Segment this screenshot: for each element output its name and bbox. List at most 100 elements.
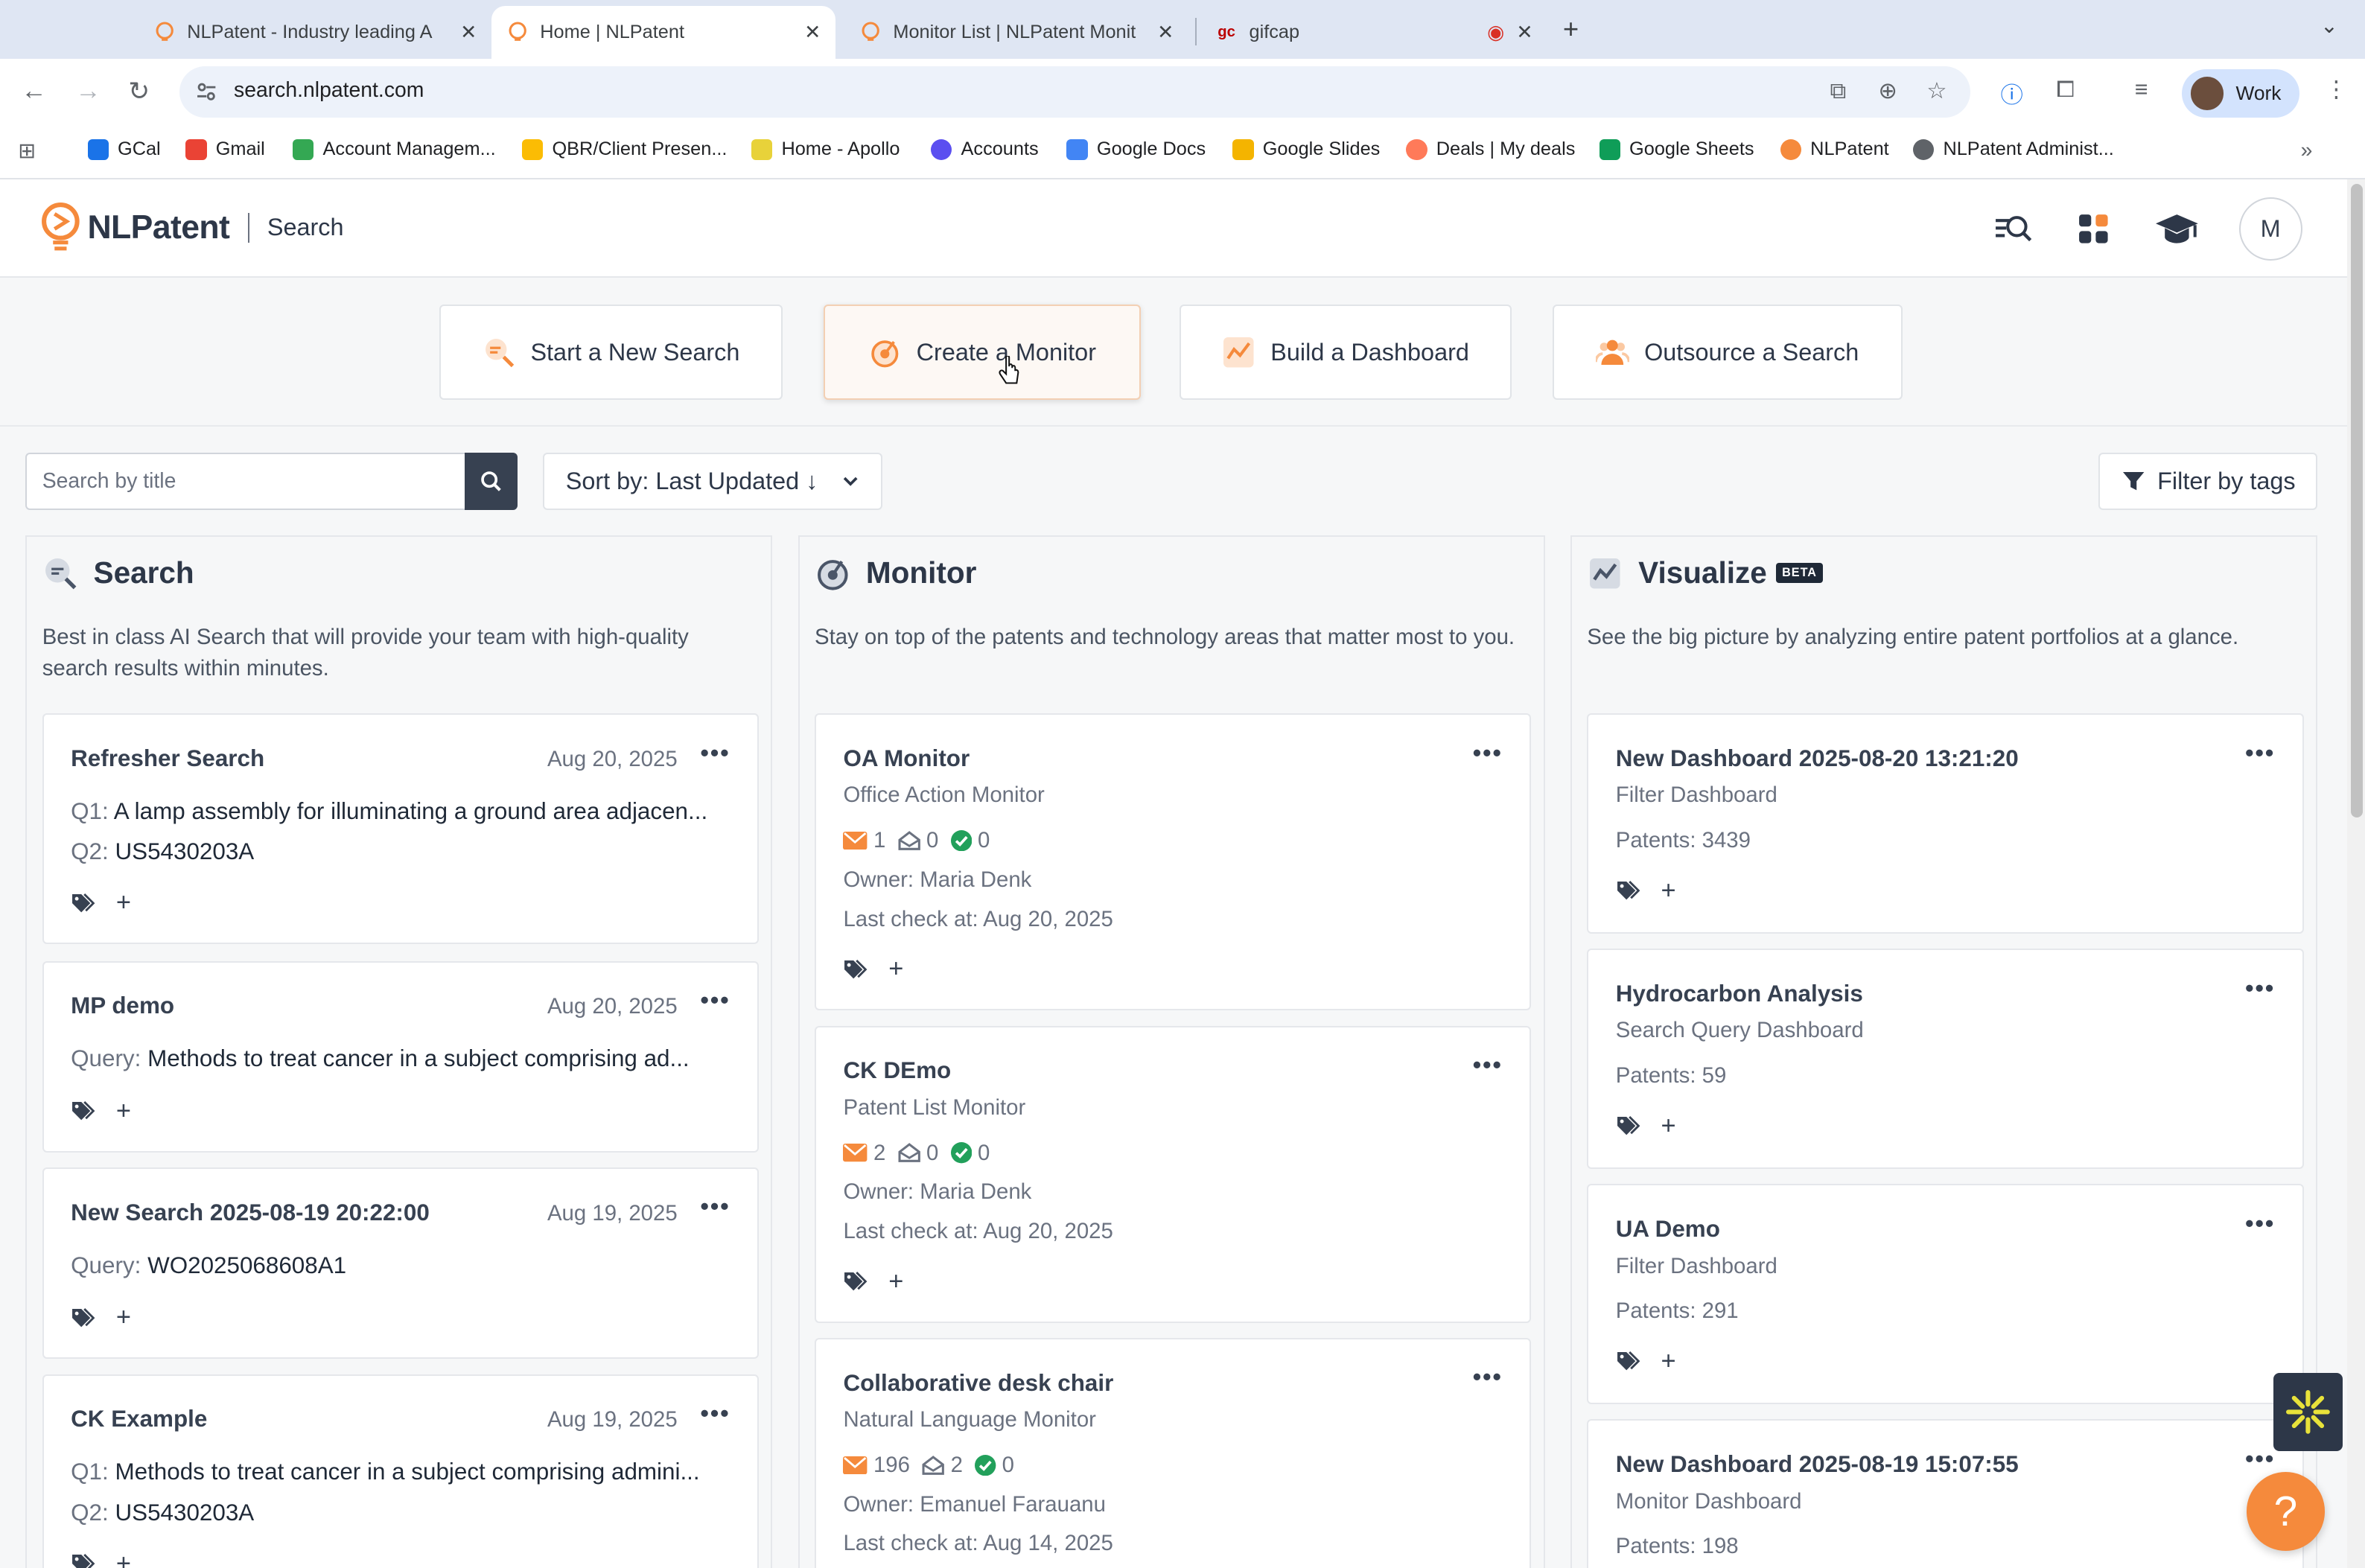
search-card[interactable]: Refresher Search Aug 20, 2025 ••• Q1: A …: [42, 713, 760, 945]
tag-icon[interactable]: [1616, 880, 1640, 901]
tab-search-chevron-icon[interactable]: ⌄: [2320, 13, 2338, 39]
monitor-card[interactable]: OA Monitor ••• Office Action Monitor 1 0…: [815, 713, 1532, 1011]
tab-nlpatent-industry[interactable]: NLPatent - Industry leading A ✕: [139, 6, 491, 59]
monitor-card[interactable]: Collaborative desk chair ••• Natural Lan…: [815, 1338, 1532, 1568]
card-tags: +: [71, 1549, 131, 1568]
more-dots-icon[interactable]: •••: [700, 1193, 730, 1220]
profile-button[interactable]: Work: [2181, 69, 2299, 118]
bookmark-nlpatent[interactable]: NLPatent: [1780, 138, 1889, 161]
more-dots-icon[interactable]: •••: [1473, 1051, 1503, 1079]
tag-icon[interactable]: [71, 1100, 95, 1121]
close-tab-icon[interactable]: ✕: [804, 21, 821, 44]
tab-monitor-list[interactable]: Monitor List | NLPatent Monit ✕: [845, 6, 1189, 59]
close-tab-icon[interactable]: ✕: [460, 21, 477, 44]
monitor-card[interactable]: CK DEmo ••• Patent List Monitor 2 0 0 Ow…: [815, 1025, 1532, 1323]
bookmark-qbr[interactable]: QBR/Client Presen...: [521, 138, 727, 161]
tag-icon[interactable]: [843, 1271, 868, 1292]
more-dots-icon[interactable]: •••: [700, 987, 730, 1014]
password-manager-icon[interactable]: ⓘ: [2000, 77, 2022, 109]
search-submit-button[interactable]: [465, 452, 518, 510]
browser-menu-icon[interactable]: ⋮: [2325, 77, 2347, 103]
add-tag-icon[interactable]: +: [116, 1549, 131, 1568]
search-by-title-input[interactable]: [25, 452, 467, 510]
apps-grid-icon[interactable]: ⊞: [18, 138, 36, 164]
zoom-icon[interactable]: ⊕: [1878, 78, 1897, 104]
monitor-counts: 1 0 0: [843, 828, 1002, 853]
add-tag-icon[interactable]: +: [116, 1303, 131, 1332]
tab-title: gifcap: [1249, 22, 1300, 43]
search-card[interactable]: MP demo Aug 20, 2025 ••• Query: Methods …: [42, 960, 760, 1153]
add-tag-icon[interactable]: +: [1661, 1347, 1676, 1376]
extensions-icon[interactable]: ⧠: [2056, 77, 2074, 103]
forward-arrow-icon[interactable]: →: [75, 77, 101, 106]
graduation-cap-icon[interactable]: [2154, 210, 2200, 249]
add-tag-icon[interactable]: +: [1661, 1112, 1676, 1141]
site-settings-icon[interactable]: [194, 80, 218, 103]
help-button[interactable]: ?: [2246, 1472, 2326, 1551]
more-dots-icon[interactable]: •••: [2245, 739, 2275, 767]
tag-icon[interactable]: [71, 1553, 95, 1568]
dashboard-card[interactable]: Hydrocarbon Analysis ••• Search Query Da…: [1587, 949, 2304, 1170]
sort-dropdown[interactable]: Sort by: Last Updated ↓: [543, 452, 883, 510]
bookmark-apollo[interactable]: Home - Apollo: [751, 138, 900, 161]
new-tab-button[interactable]: +: [1563, 13, 1579, 45]
page-scrollbar-thumb[interactable]: [2350, 184, 2363, 818]
filter-by-tags-button[interactable]: Filter by tags: [2098, 452, 2317, 510]
search-card[interactable]: New Search 2025-08-19 20:22:00 Aug 19, 2…: [42, 1167, 760, 1360]
more-dots-icon[interactable]: •••: [2245, 1210, 2275, 1237]
add-tag-icon[interactable]: +: [116, 888, 131, 917]
bookmark-google-docs[interactable]: Google Docs: [1066, 138, 1206, 161]
card-title: OA Monitor: [843, 745, 970, 771]
bookmark-star-icon[interactable]: ☆: [1926, 78, 1947, 104]
assistant-widget-button[interactable]: [2273, 1372, 2343, 1451]
back-arrow-icon[interactable]: ←: [21, 77, 46, 106]
bookmark-google-slides[interactable]: Google Slides: [1232, 138, 1380, 161]
add-tag-icon[interactable]: +: [1661, 876, 1676, 905]
add-tag-icon[interactable]: +: [116, 1097, 131, 1126]
tag-icon[interactable]: [1616, 1351, 1640, 1371]
apps-grid-icon[interactable]: [2075, 210, 2114, 249]
search-history-icon[interactable]: [1993, 210, 2032, 249]
bookmark-gcal[interactable]: GCal: [87, 138, 161, 161]
create-monitor-button[interactable]: Create a Monitor: [824, 305, 1141, 400]
search-card[interactable]: CK Example Aug 19, 2025 ••• Q1: Methods …: [42, 1374, 760, 1568]
tag-icon[interactable]: [71, 893, 95, 914]
bookmark-account-management[interactable]: Account Managem...: [293, 138, 496, 161]
brand-name: NLPatent: [87, 208, 230, 246]
tab-gifcap[interactable]: gc gifcap ◉ ✕: [1201, 6, 1548, 59]
reload-icon[interactable]: ↻: [128, 77, 150, 106]
more-dots-icon[interactable]: •••: [700, 1400, 730, 1427]
bookmark-accounts[interactable]: Accounts: [931, 138, 1039, 161]
more-bookmarks-icon[interactable]: »: [2301, 138, 2313, 163]
install-app-icon[interactable]: ⧉: [1830, 78, 1847, 105]
tag-icon[interactable]: [843, 959, 868, 980]
tab-home-nlpatent[interactable]: Home | NLPatent ✕: [491, 6, 836, 59]
nlpatent-logo[interactable]: NLPatent Search: [39, 200, 344, 255]
more-dots-icon[interactable]: •••: [2245, 1445, 2275, 1473]
close-tab-icon[interactable]: ✕: [1157, 21, 1174, 44]
more-dots-icon[interactable]: •••: [1473, 739, 1503, 767]
monitor-counts: 2 0 0: [843, 1141, 1002, 1166]
more-dots-icon[interactable]: •••: [700, 739, 730, 767]
tag-icon[interactable]: [71, 1307, 95, 1328]
more-dots-icon[interactable]: •••: [1473, 1363, 1503, 1391]
close-tab-icon[interactable]: ✕: [1516, 21, 1532, 44]
more-dots-icon[interactable]: •••: [2245, 975, 2275, 1002]
tag-icon[interactable]: [1616, 1115, 1640, 1136]
section-name: Search: [267, 214, 344, 241]
dashboard-card[interactable]: New Dashboard 2025-08-19 15:07:55 ••• Mo…: [1587, 1419, 2304, 1568]
bookmark-google-sheets[interactable]: Google Sheets: [1599, 138, 1754, 161]
media-controls-icon[interactable]: ≡: [2135, 77, 2148, 103]
add-tag-icon[interactable]: +: [888, 954, 903, 984]
bookmark-deals[interactable]: Deals | My deals: [1406, 138, 1575, 161]
dashboard-card[interactable]: UA Demo ••• Filter Dashboard Patents: 29…: [1587, 1184, 2304, 1405]
bookmark-gmail[interactable]: Gmail: [185, 138, 265, 161]
address-bar[interactable]: search.nlpatent.com ⧉ ⊕ ☆: [179, 66, 1970, 118]
user-avatar[interactable]: M: [2238, 197, 2302, 261]
build-dashboard-button[interactable]: Build a Dashboard: [1180, 305, 1512, 400]
bookmark-nlpatent-admin[interactable]: NLPatent Administ...: [1912, 138, 2114, 161]
add-tag-icon[interactable]: +: [888, 1267, 903, 1296]
outsource-search-button[interactable]: Outsource a Search: [1552, 305, 1903, 400]
dashboard-card[interactable]: New Dashboard 2025-08-20 13:21:20 ••• Fi…: [1587, 713, 2304, 934]
start-new-search-button[interactable]: Start a New Search: [439, 305, 783, 400]
